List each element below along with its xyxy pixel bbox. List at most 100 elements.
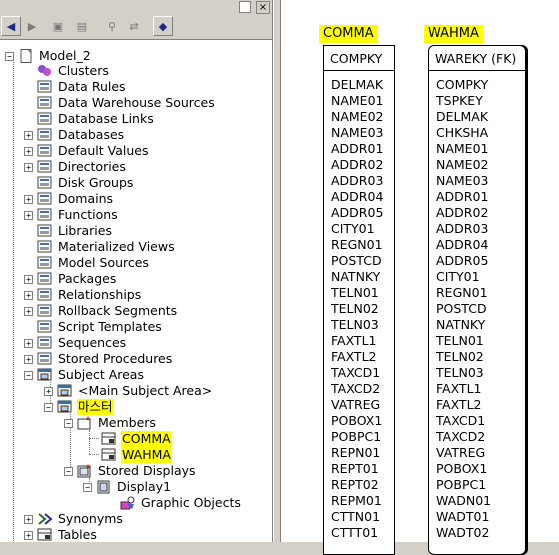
entity-title-wahma: WAHMA <box>424 25 483 43</box>
sequences-icon <box>37 336 52 349</box>
tree-item-subject-areas[interactable]: − Subject Areas <box>24 367 145 383</box>
tree-item-label: Sequences <box>58 335 127 350</box>
relationships-icon <box>37 288 52 301</box>
tree-item-materialized-views[interactable]: Materialized Views <box>24 239 176 255</box>
tree-item-label: Disk Groups <box>58 175 134 190</box>
tree-item-rollback-segments[interactable]: + Rollback Segments <box>24 303 178 319</box>
tree-item-functions[interactable]: + Functions <box>24 207 119 223</box>
tree-item-directories[interactable]: + Directories <box>24 159 127 175</box>
tree-item-clusters[interactable]: Clusters <box>24 63 110 79</box>
tree-item-label: Data Rules <box>58 79 126 94</box>
model-tree: − Model_2 Clusters Data Rules Data Warehou… <box>0 41 272 542</box>
tree-item-databases[interactable]: + Databases <box>24 127 125 143</box>
tree-item-label: Materialized Views <box>58 239 175 254</box>
properties-icon[interactable]: ▣ <box>48 16 68 36</box>
tree-item-data-rules[interactable]: Data Rules <box>24 79 127 95</box>
expand-toggle[interactable]: + <box>24 354 33 364</box>
subject-areas-icon <box>37 368 52 381</box>
expand-toggle[interactable]: + <box>24 130 33 140</box>
entity-column: POBPC1 <box>331 429 382 444</box>
tree-item-label: Relationships <box>58 287 142 302</box>
entity-column: TAXCD1 <box>436 413 486 428</box>
tree-item-database-links[interactable]: Database Links <box>24 111 155 127</box>
close-pane-button[interactable]: × <box>256 1 270 14</box>
expand-toggle[interactable]: + <box>24 146 33 156</box>
members-label: Members <box>98 415 156 430</box>
tree-item-default-values[interactable]: + Default Values <box>24 143 150 159</box>
graphic-objects-icon <box>120 496 135 510</box>
back-icon[interactable]: ◀ <box>1 16 21 36</box>
delete-icon[interactable]: ▤ <box>72 16 92 36</box>
tree-item-relationships[interactable]: + Relationships <box>24 287 142 303</box>
entity-column: VATREG <box>331 397 381 412</box>
entity-column: REPM01 <box>331 493 382 508</box>
tree-item-master[interactable]: − 마스터 <box>44 399 114 415</box>
tree-item-graphic-objects[interactable]: Graphic Objects <box>120 495 242 511</box>
tree-item-wahma[interactable]: WAHMA <box>101 447 172 463</box>
eraser-icon[interactable]: ◆ <box>153 16 173 36</box>
tree-item-packages[interactable]: + Packages <box>24 271 117 287</box>
tree-item-model-sources[interactable]: Model Sources <box>24 255 150 271</box>
collapse-toggle[interactable]: − <box>64 418 73 428</box>
pane-splitter[interactable] <box>273 0 281 542</box>
expand-toggle[interactable]: + <box>24 290 33 300</box>
expand-toggle[interactable]: + <box>24 514 33 524</box>
entity-column: FAXTL1 <box>436 381 482 396</box>
tree-item-stored-displays[interactable]: − Stored Displays <box>64 463 197 479</box>
collapse-toggle[interactable]: − <box>5 51 14 61</box>
entity-column: TAXCD1 <box>331 365 381 380</box>
entity-column: CTTN01 <box>331 509 381 524</box>
tree-item-label: Domains <box>58 191 114 206</box>
tree-item-tables[interactable]: + Tables <box>24 527 98 542</box>
tree-item-domains[interactable]: + Domains <box>24 191 114 207</box>
expand-toggle[interactable]: + <box>24 162 33 172</box>
expand-toggle[interactable]: + <box>24 306 33 316</box>
entity-column: TELN02 <box>331 301 379 316</box>
entity-column: ADDR03 <box>331 173 384 188</box>
collapse-toggle[interactable]: − <box>83 482 92 492</box>
tree-item-stored-procedures[interactable]: + Stored Procedures <box>24 351 173 367</box>
tree-item-libraries[interactable]: Libraries <box>24 223 113 239</box>
tree-item-script-templates[interactable]: Script Templates <box>24 319 163 335</box>
tree-item-comma[interactable]: COMMA <box>101 431 172 447</box>
replace-icon[interactable]: ⇄ <box>124 16 144 36</box>
entity-column: CITY01 <box>331 221 375 236</box>
entity-column: ADDR05 <box>331 205 384 220</box>
entity-box-wahma[interactable]: WAREKY (FK) COMPKY TSPKEY DELMAK CHKSHA NAME… <box>428 45 526 555</box>
expand-toggle[interactable]: + <box>24 274 33 284</box>
tree-item-label: Rollback Segments <box>58 303 178 318</box>
entity-column: FAXTL2 <box>331 349 377 364</box>
tree-item-data-warehouse-sources[interactable]: Data Warehouse Sources <box>24 95 216 111</box>
entity-column: WADN01 <box>436 493 492 508</box>
entity-box-comma[interactable]: COMPKY DELMAK NAME01 NAME02 NAME03 ADDR01 ADD… <box>323 45 395 555</box>
tree-item-sequences[interactable]: + Sequences <box>24 335 127 351</box>
tree-root-node[interactable]: − Model_2 <box>5 48 92 64</box>
tree-item-members[interactable]: − Members <box>64 415 157 431</box>
tree-item-label: Default Values <box>58 143 149 158</box>
forward-icon[interactable]: ▶ <box>22 16 42 36</box>
entity-column: NATNKY <box>331 269 381 284</box>
expand-toggle[interactable]: + <box>24 530 33 540</box>
tree-item-synonyms[interactable]: + Synonyms <box>24 511 124 527</box>
tree-item-disk-groups[interactable]: Disk Groups <box>24 175 134 191</box>
collapse-toggle[interactable]: − <box>24 370 33 380</box>
diagram-canvas: COMMA COMPKY DELMAK NAME01 NAME02 NAME03 ADD… <box>281 0 559 555</box>
display-icon <box>97 480 110 494</box>
entity-column: POBOX1 <box>331 413 383 428</box>
dock-button[interactable] <box>239 1 251 13</box>
stored-displays-label: Stored Displays <box>98 463 196 478</box>
entity-icon <box>101 448 116 461</box>
entity-column: TELN03 <box>331 317 379 332</box>
collapse-toggle[interactable]: − <box>44 402 53 412</box>
collapse-toggle[interactable]: − <box>64 466 73 476</box>
find-icon[interactable]: ⚲ <box>102 16 122 36</box>
tree-item-display1[interactable]: − Display1 <box>83 479 172 495</box>
domains-icon <box>37 192 52 205</box>
expand-toggle[interactable]: + <box>24 210 33 220</box>
expand-toggle[interactable]: + <box>24 194 33 204</box>
tree-item-label: Model Sources <box>58 255 149 270</box>
tree-root-label: Model_2 <box>39 48 91 63</box>
tree-item-main-subject-area[interactable]: + <Main Subject Area> <box>44 383 213 399</box>
expand-toggle[interactable]: + <box>44 386 53 396</box>
expand-toggle[interactable]: + <box>24 338 33 348</box>
